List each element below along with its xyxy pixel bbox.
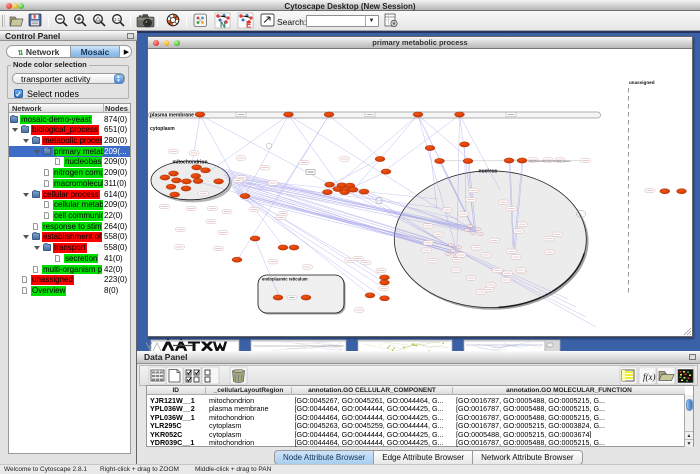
- svg-text:E: E: [246, 21, 252, 30]
- svg-text:f(x): f(x): [643, 372, 656, 382]
- svg-text:endoplasmic reticulum: endoplasmic reticulum: [262, 277, 308, 282]
- svg-text:cytoplasm: cytoplasm: [150, 126, 175, 132]
- svg-text:plasma membrane: plasma membrane: [150, 113, 194, 119]
- svg-text:mitochondrion membrane assoc: mitochondrion membrane assoc: [528, 159, 571, 163]
- svg-text:N: N: [220, 21, 226, 30]
- svg-text:mitochondrion: mitochondrion: [173, 160, 208, 166]
- svg-text:1:1: 1:1: [114, 17, 121, 22]
- svg-text:unassigned: unassigned: [629, 80, 655, 85]
- svg-text:nucleus: nucleus: [479, 169, 498, 175]
